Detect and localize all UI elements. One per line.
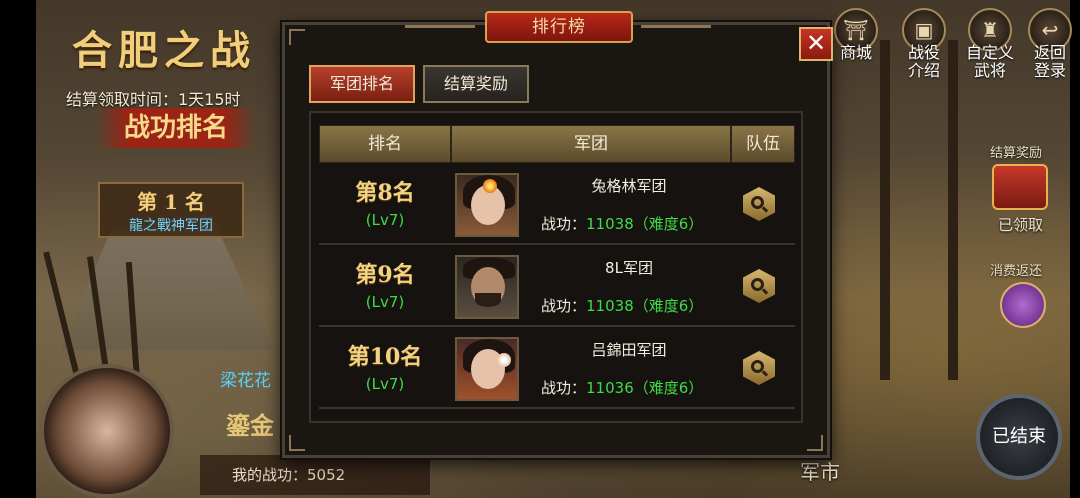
my-merit-text: 我的战功：5052: [232, 466, 346, 484]
tab-settle-reward[interactable]: 结算奖励: [423, 65, 529, 103]
panel-corner-ornament: [289, 435, 305, 451]
return-login-button[interactable]: ↩ 返回 登录: [1020, 8, 1080, 80]
legion-name: 兔格林军团: [591, 177, 667, 195]
left-black-bar: [0, 0, 36, 498]
rank-cell: 第8名 (Lv7): [319, 175, 451, 229]
first-place-plaque[interactable]: 第 1 名 龍之戰神军团: [98, 182, 244, 238]
player-avatar[interactable]: [40, 364, 174, 498]
column-header-rank: 排名: [319, 125, 451, 163]
legion-name: 吕錦田军团: [591, 341, 667, 359]
merit-line: 战功：11036（难度6）: [541, 377, 703, 398]
custom-general-button[interactable]: ♜ 自定义 武将: [960, 8, 1020, 80]
custom-general-label: 自定义 武将: [965, 43, 1014, 80]
magnifier-handle: [761, 370, 769, 377]
shop-button[interactable]: ⛩ 商城: [826, 8, 886, 62]
rank-text: 第9名: [355, 262, 415, 288]
merit-label: 战功：: [541, 297, 587, 315]
merit-label: 战功：: [541, 379, 587, 397]
merit-line: 战功：11038（难度6）: [541, 213, 703, 234]
gold-text: 鎏金: [226, 411, 274, 440]
claimed-label: 已领取: [998, 216, 1044, 234]
rank-cell: 第10名 (Lv7): [319, 339, 451, 393]
level-text: (Lv7): [365, 293, 405, 311]
consume-rebate-label: 消费返还: [990, 264, 1043, 279]
market-label[interactable]: 军市: [800, 456, 840, 485]
view-team-button[interactable]: [743, 187, 775, 221]
table-row: 第10名 (Lv7) 吕錦田军团 战功：11036（难度6）: [319, 329, 795, 409]
table-row: 第9名 (Lv7) 8L军团 战功：11038（难度6）: [319, 247, 795, 327]
level-text: (Lv7): [365, 375, 405, 393]
merit-value: 11036（难度6）: [586, 379, 704, 397]
merit-line: 战功：11038（难度6）: [541, 295, 703, 316]
battle-intro-button[interactable]: ▣ 战役 介绍: [894, 8, 954, 80]
rank-text: 第10名: [347, 344, 423, 370]
leader-portrait: [455, 255, 519, 319]
panel-title: 排行榜: [485, 11, 633, 43]
battle-title: 合肥之战: [72, 27, 256, 74]
merit-label: 战功：: [541, 215, 587, 233]
player-name: 梁花花: [220, 371, 271, 391]
table-header: 排名 军团 队伍: [319, 125, 795, 163]
portrait-flower: [483, 179, 497, 193]
magnifier-handle: [761, 288, 769, 295]
merit-value: 11038（难度6）: [586, 297, 704, 315]
return-login-label: 返回 登录: [1033, 43, 1066, 80]
level-text: (Lv7): [365, 211, 405, 229]
ended-button[interactable]: 已结束: [976, 394, 1062, 480]
tab-legion-ranking[interactable]: 军团排名: [309, 65, 415, 103]
view-team-button[interactable]: [743, 269, 775, 303]
settle-reward-label: 结算奖励: [990, 146, 1043, 161]
merit-value: 11038（难度6）: [586, 215, 704, 233]
title-wing-ornament: [641, 25, 711, 28]
panel-corner-ornament: [289, 29, 305, 45]
ranking-table: 排名 军团 队伍 第8名 (Lv7) 兔格林军团 战功：11038（难度6） 第…: [309, 111, 803, 423]
close-button[interactable]: ✕: [799, 27, 833, 61]
leaderboard-panel: 排行榜 ✕ 军团排名 结算奖励 排名 军团 队伍 第8名 (Lv7) 兔格林军团…: [282, 11, 833, 458]
merit-rank-banner: 战功排名: [96, 108, 256, 148]
first-place-rank: 第 1 名: [137, 190, 205, 214]
title-wing-ornament: [405, 25, 475, 28]
leader-portrait: [455, 337, 519, 401]
magnifier-handle: [761, 206, 769, 213]
leader-portrait: [455, 173, 519, 237]
settle-time-text: 结算领取时间：1天15时: [66, 90, 241, 109]
rank-text: 第8名: [355, 180, 415, 206]
first-place-legion: 龍之戰神军团: [129, 218, 213, 234]
rank-cell: 第9名 (Lv7): [319, 257, 451, 311]
rebate-bag-icon[interactable]: [1000, 282, 1046, 328]
battle-intro-label: 战役 介绍: [907, 43, 940, 80]
column-header-legion: 军团: [451, 125, 731, 163]
column-header-team: 队伍: [731, 125, 795, 163]
legion-name: 8L军团: [605, 259, 653, 277]
portrait-beard: [475, 293, 501, 307]
table-row: 第8名 (Lv7) 兔格林军团 战功：11038（难度6）: [319, 165, 795, 245]
reward-chest-icon[interactable]: [992, 164, 1048, 210]
view-team-button[interactable]: [743, 351, 775, 385]
panel-corner-ornament: [807, 435, 823, 451]
shop-label: 商城: [839, 43, 872, 62]
portrait-hairpin: [497, 353, 511, 367]
